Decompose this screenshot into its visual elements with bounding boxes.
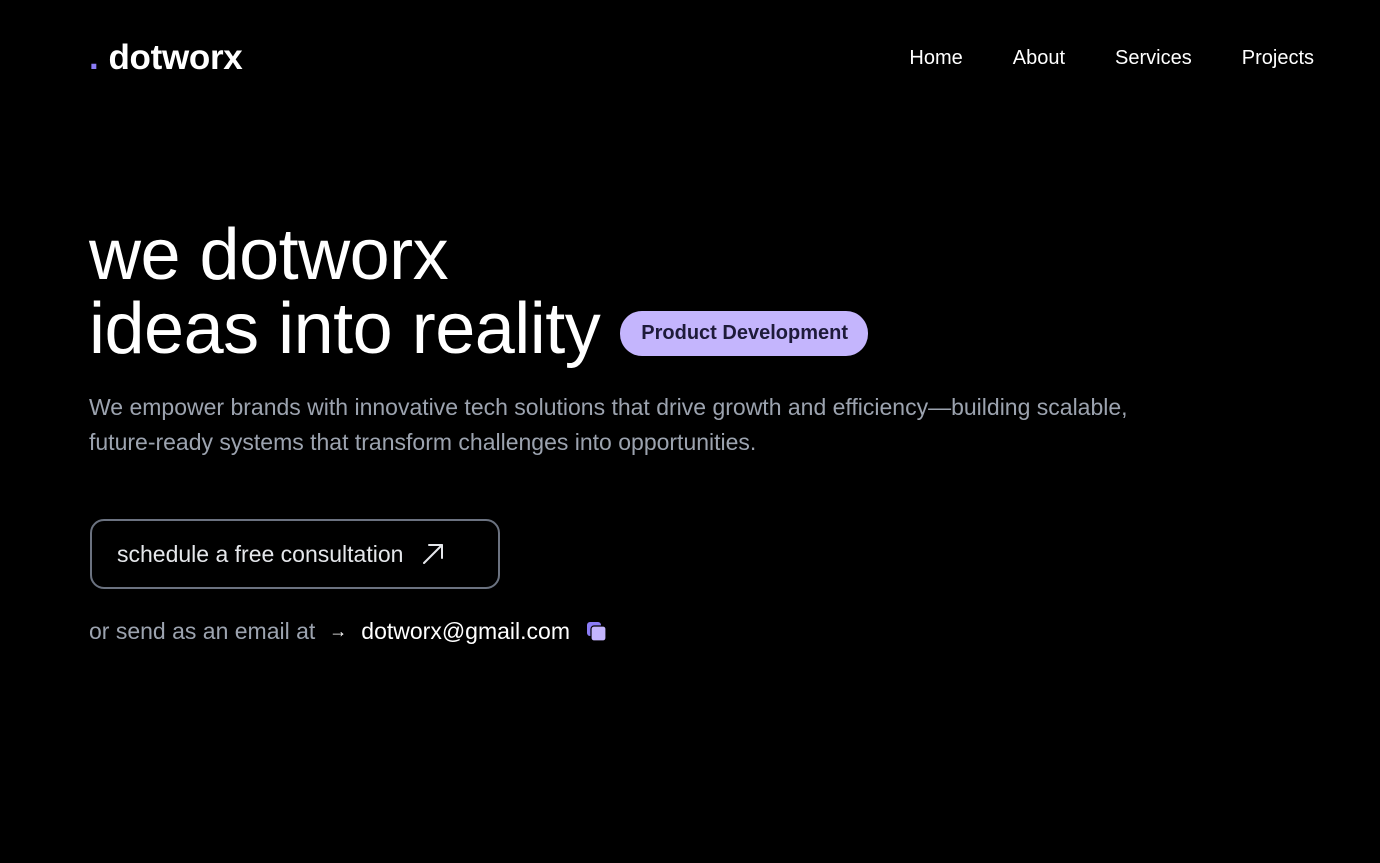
hero-section: we dotworx ideas into reality Product De… bbox=[89, 218, 1289, 366]
headline-line-1: we dotworx bbox=[89, 215, 449, 295]
email-row: or send as an email at → dotworx@gmail.c… bbox=[89, 618, 608, 645]
logo-text: dotworx bbox=[108, 38, 243, 77]
right-arrow-icon: → bbox=[329, 621, 348, 641]
nav-home[interactable]: Home bbox=[909, 47, 962, 70]
site-header: . dotworx Home About Services Projects bbox=[0, 0, 1380, 120]
email-prefix: or send as an email at bbox=[89, 618, 316, 644]
hero-headline: we dotworx ideas into reality Product De… bbox=[89, 218, 1289, 366]
nav-services[interactable]: Services bbox=[1115, 47, 1192, 70]
copy-icon[interactable] bbox=[586, 621, 608, 643]
arrow-up-right-icon bbox=[421, 542, 445, 566]
hero-subtitle: We empower brands with innovative tech s… bbox=[89, 394, 1128, 455]
nav-about[interactable]: About bbox=[1013, 47, 1065, 70]
service-badge: Product Development bbox=[620, 310, 868, 356]
schedule-consultation-button[interactable]: schedule a free consultation bbox=[90, 519, 500, 589]
nav-projects[interactable]: Projects bbox=[1242, 47, 1314, 70]
email-link[interactable]: dotworx@gmail.com bbox=[361, 618, 570, 645]
main-nav: Home About Services Projects bbox=[909, 47, 1314, 70]
headline-line-2-row: ideas into reality Product Development bbox=[89, 292, 1289, 366]
logo-dot: . bbox=[89, 38, 99, 77]
headline-line-2: ideas into reality bbox=[89, 289, 601, 369]
cta-label: schedule a free consultation bbox=[117, 540, 404, 567]
logo[interactable]: . dotworx bbox=[89, 38, 243, 78]
